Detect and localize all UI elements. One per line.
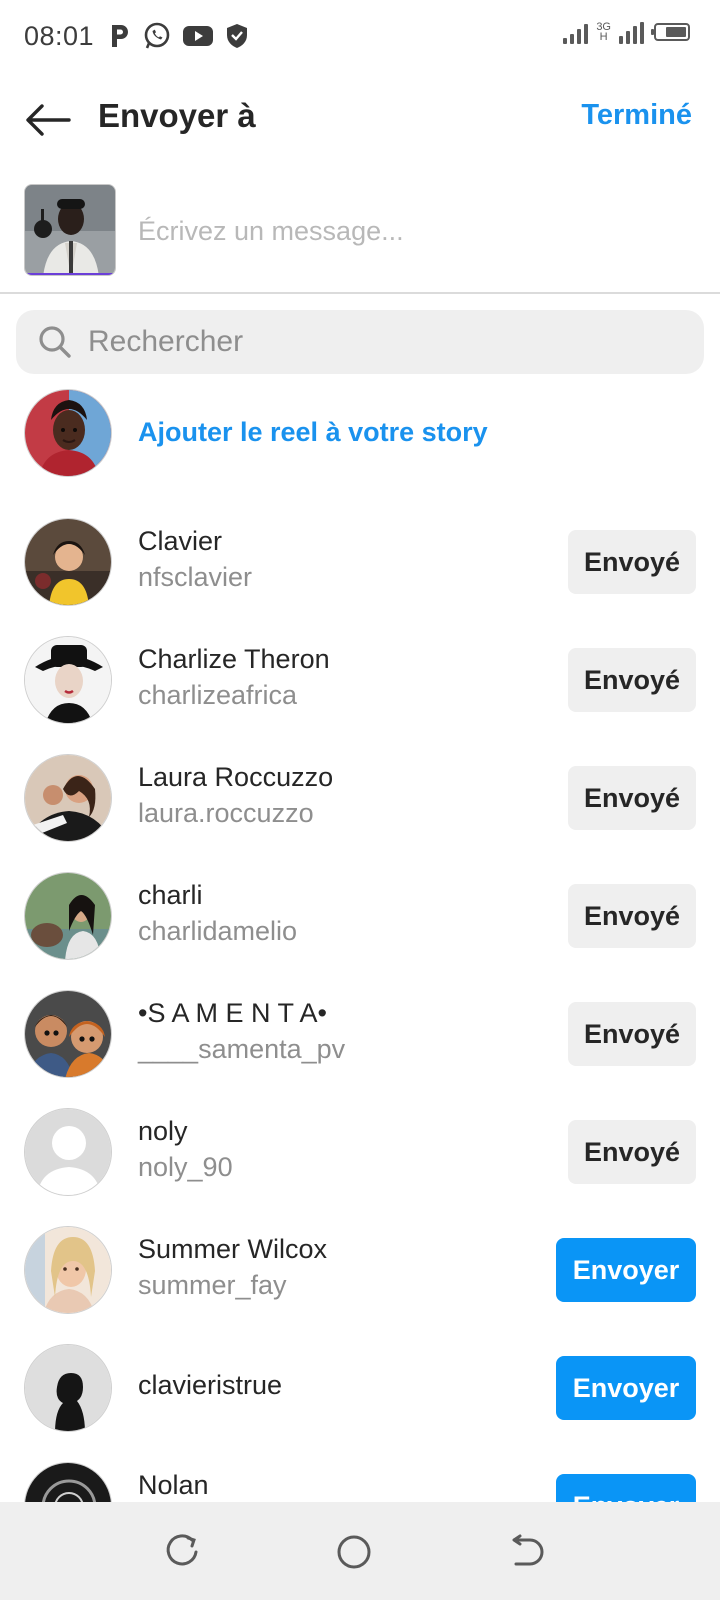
reel-thumbnail — [24, 184, 116, 276]
search-icon — [39, 326, 71, 358]
avatar — [24, 636, 112, 724]
share-screen: 08:01 3G H Envoyer à Terminé Écrivez un … — [0, 0, 720, 1600]
contact-username: summer_fay — [138, 1270, 287, 1300]
contact-name: Summer Wilcox — [138, 1234, 328, 1264]
my-avatar — [24, 389, 112, 477]
parking-p-icon — [112, 25, 129, 47]
arrow-left-icon — [26, 104, 71, 136]
reel-thumbnail-image — [25, 185, 115, 275]
send-button[interactable]: Envoyer — [556, 1474, 696, 1502]
battery-icon — [651, 23, 690, 41]
contact-row: Clavier nfsclavier Envoyé — [0, 506, 720, 626]
avatar — [24, 872, 112, 960]
back-nav-icon[interactable] — [506, 1532, 546, 1572]
message-composer — [0, 184, 720, 294]
sent-button[interactable]: Envoyé — [568, 1002, 696, 1066]
avatar — [24, 1344, 112, 1432]
add-to-story-row[interactable]: Ajouter le reel à votre story — [0, 389, 720, 479]
contact-username: nfsclavier — [138, 562, 253, 592]
contact-username: ____samenta_pv — [138, 1034, 346, 1064]
back-button[interactable] — [24, 98, 72, 142]
contact-name: charli — [138, 880, 203, 910]
sent-button[interactable]: Envoyé — [568, 648, 696, 712]
avatar — [24, 1462, 112, 1502]
system-status-icons: 3G H — [563, 20, 690, 44]
default-avatar — [24, 1108, 112, 1196]
contact-name: Laura Roccuzzo — [138, 762, 334, 792]
search-input[interactable] — [88, 325, 648, 359]
contact-name: clavieristrue — [138, 1370, 283, 1400]
contact-username: noly_90 — [138, 1152, 233, 1182]
contact-row: charli charlidamelio Envoyé — [0, 860, 720, 980]
add-to-story-label: Ajouter le reel à votre story — [138, 417, 488, 447]
signal-icon — [563, 20, 589, 44]
notification-icons — [108, 21, 250, 51]
avatar — [24, 1226, 112, 1314]
contact-username: laura.roccuzzo — [138, 798, 314, 828]
contact-row: Nolan Envoyer — [0, 1450, 720, 1502]
contact-row: Laura Roccuzzo laura.roccuzzo Envoyé — [0, 742, 720, 862]
contact-name: Charlize Theron — [138, 644, 330, 674]
search-bar[interactable] — [16, 310, 704, 374]
home-icon[interactable] — [334, 1532, 374, 1572]
contact-row: noly noly_90 Envoyé — [0, 1096, 720, 1216]
contact-row: Summer Wilcox summer_fay Envoyer — [0, 1214, 720, 1334]
message-input[interactable] — [138, 209, 678, 253]
sent-button[interactable]: Envoyé — [568, 884, 696, 948]
contact-name: noly — [138, 1116, 188, 1146]
contact-username: charlizeafrica — [138, 680, 298, 710]
contact-list: Clavier nfsclavier Envoyé Charlize Thero… — [0, 506, 720, 1502]
contact-name: Clavier — [138, 526, 223, 556]
contact-row: clavieristrue Envoyer — [0, 1332, 720, 1452]
contact-name: •S A M E N T A• — [138, 998, 327, 1028]
sent-button[interactable]: Envoyé — [568, 1120, 696, 1184]
avatar — [24, 754, 112, 842]
contact-row: Charlize Theron charlizeafrica Envoyé — [0, 624, 720, 744]
shield-icon — [227, 24, 248, 48]
contact-name: Nolan — [138, 1470, 209, 1500]
sent-button[interactable]: Envoyé — [568, 530, 696, 594]
system-nav-bar — [0, 1502, 720, 1600]
send-button[interactable]: Envoyer — [556, 1238, 696, 1302]
whatsapp-icon — [144, 22, 170, 49]
recent-apps-icon[interactable] — [162, 1532, 202, 1572]
youtube-icon — [183, 26, 214, 46]
page-title: Envoyer à — [98, 97, 256, 134]
status-bar: 08:01 3G H — [0, 0, 720, 72]
done-button[interactable]: Terminé — [581, 99, 692, 132]
status-time: 08:01 — [24, 20, 95, 51]
network-type-label: 3G H — [596, 21, 611, 43]
sent-button[interactable]: Envoyé — [568, 766, 696, 830]
avatar — [24, 518, 112, 606]
avatar — [24, 990, 112, 1078]
contact-username: charlidamelio — [138, 916, 298, 946]
header: Envoyer à Terminé — [0, 80, 720, 160]
signal-icon-2 — [619, 20, 644, 44]
send-button[interactable]: Envoyer — [556, 1356, 696, 1420]
contact-row: •S A M E N T A• ____samenta_pv Envoyé — [0, 978, 720, 1098]
